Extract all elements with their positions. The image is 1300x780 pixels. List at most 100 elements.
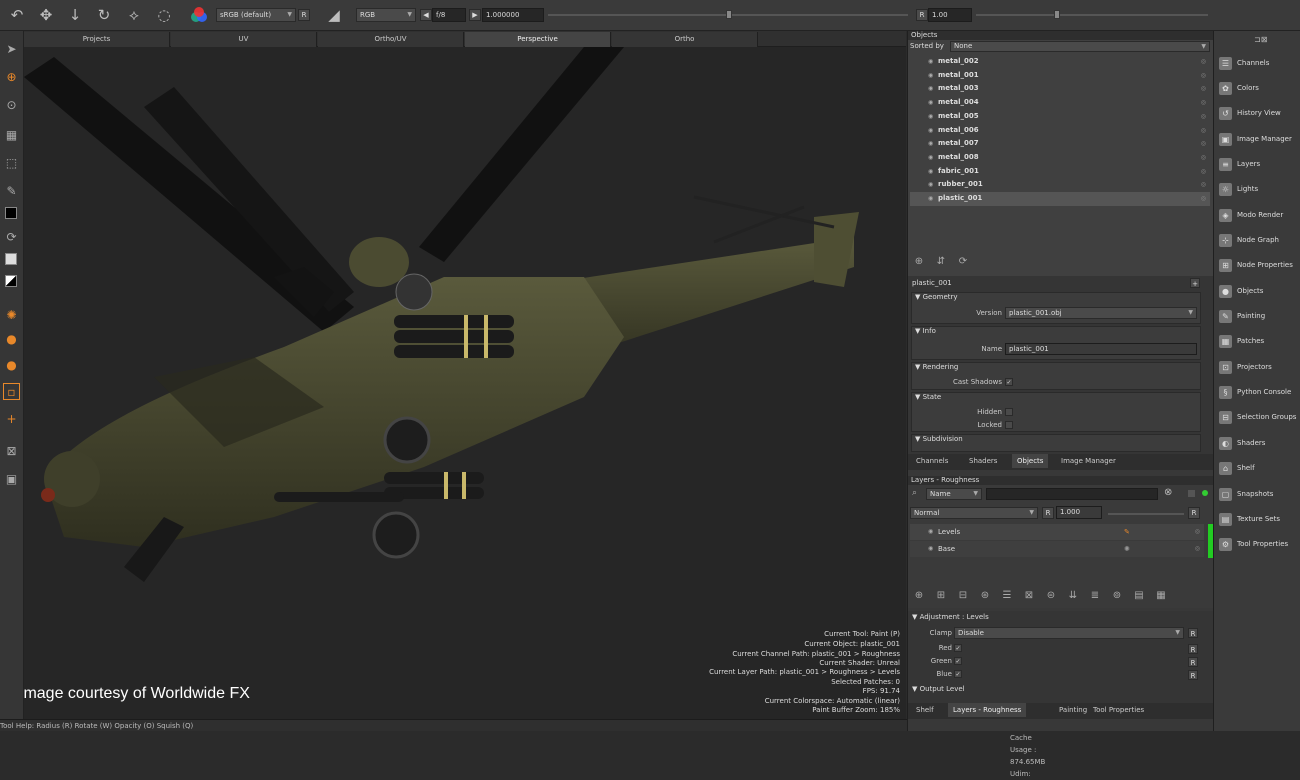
lock-icon[interactable]: ◎	[1201, 151, 1206, 164]
fstop-increase-button[interactable]: ▶	[469, 9, 481, 21]
tab-image-manager[interactable]: Image Manager	[1056, 454, 1121, 468]
add-graph-icon[interactable]: ⊜	[1044, 589, 1058, 603]
select-arrow-icon[interactable]: ➤	[3, 41, 20, 58]
cast-shadows-checkbox[interactable]: ✓	[1005, 378, 1013, 386]
layer-grid-icon[interactable]: ▦	[1154, 589, 1168, 603]
exposure-slider-knob[interactable]	[726, 10, 732, 19]
shelf-item-history-view[interactable]: ↺ History View	[1214, 101, 1300, 126]
clamp-select[interactable]: Disable ▼	[954, 627, 1184, 639]
duplicate-layer-icon[interactable]: ⊚	[1110, 589, 1124, 603]
layer-opacity-field[interactable]: 1.000	[1056, 506, 1102, 519]
shelf-item-channels[interactable]: ☰ Channels	[1214, 51, 1300, 76]
visibility-eye-icon[interactable]: ◉	[928, 96, 933, 109]
add-object-icon[interactable]: ⊕	[912, 255, 926, 269]
gamma-reset-button[interactable]: R	[916, 9, 928, 21]
plus-tool-icon[interactable]: +	[3, 411, 20, 428]
tab-layers-roughness[interactable]: Layers - Roughness	[948, 703, 1027, 717]
shelf-item-tool-properties[interactable]: ⚙ Tool Properties	[1214, 532, 1300, 557]
lock-icon[interactable]: ◎	[1201, 165, 1206, 178]
adjustment-title[interactable]: ▼ Adjustment : Levels	[912, 611, 989, 624]
list-item[interactable]: ◉ metal_003 ◎	[910, 82, 1210, 96]
visibility-eye-icon[interactable]: ◉	[928, 124, 933, 137]
tab-painting[interactable]: Painting	[1054, 703, 1092, 717]
list-item[interactable]: ◉ metal_004 ◎	[910, 96, 1210, 110]
list-item[interactable]: ◉ fabric_001 ◎	[910, 165, 1210, 179]
undo-icon[interactable]: ↶	[8, 6, 26, 24]
version-select[interactable]: plastic_001.obj ▼	[1005, 307, 1197, 319]
reload-object-icon[interactable]: ⟳	[956, 255, 970, 269]
shelf-item-node-properties[interactable]: ⊞ Node Properties	[1214, 253, 1300, 278]
visibility-eye-icon[interactable]: ◉	[928, 55, 933, 68]
shelf-item-python-console[interactable]: § Python Console	[1214, 380, 1300, 405]
lock-icon[interactable]: ◎	[1201, 82, 1206, 95]
visibility-eye-icon[interactable]: ◉	[928, 524, 933, 540]
list-item[interactable]: ◉ metal_008 ◎	[910, 151, 1210, 165]
shelf-item-projectors[interactable]: ⊡ Projectors	[1214, 355, 1300, 380]
tab-objects[interactable]: Objects	[1012, 454, 1049, 468]
swap-colors-icon[interactable]: ⟳	[3, 229, 20, 246]
layer-list-icon[interactable]: ▤	[1132, 589, 1146, 603]
red-checkbox[interactable]: ✓	[954, 644, 962, 652]
move-icon[interactable]: ✥	[37, 6, 55, 24]
shelf-item-patches[interactable]: ▦ Patches	[1214, 329, 1300, 354]
channel-mode-select[interactable]: RGB ▼	[356, 8, 416, 22]
lock-icon[interactable]: ◎	[1201, 137, 1206, 150]
down-arrow-icon[interactable]: ↓	[66, 6, 84, 24]
gamma-field[interactable]: 1.00	[928, 8, 972, 22]
shelf-item-snapshots[interactable]: ▢ Snapshots	[1214, 482, 1300, 507]
add-procedural-icon[interactable]: ⊛	[978, 589, 992, 603]
eyedropper-icon[interactable]: ✎	[3, 183, 20, 200]
tab-projects[interactable]: Projects	[24, 32, 170, 47]
visibility-eye-icon[interactable]: ◉	[928, 165, 933, 178]
frame-all-icon[interactable]: ⊠	[3, 443, 20, 460]
output-level-header[interactable]: ▼ Output Level	[912, 683, 965, 696]
color-wheel-icon[interactable]	[190, 6, 208, 24]
filter-toggle[interactable]	[1188, 490, 1195, 497]
list-item[interactable]: ◉ rubber_001 ◎	[910, 178, 1210, 192]
list-item[interactable]: ◉ metal_006 ◎	[910, 124, 1210, 138]
visibility-eye-icon[interactable]: ◉	[928, 541, 933, 557]
visibility-eye-icon[interactable]: ◉	[928, 110, 933, 123]
shelf-item-image-manager[interactable]: ▣ Image Manager	[1214, 127, 1300, 152]
gamma-slider[interactable]	[976, 14, 1208, 16]
list-item[interactable]: ◉ metal_002 ◎	[910, 55, 1210, 69]
3d-viewport[interactable]: Image courtesy of Worldwide FX Current T…	[24, 47, 906, 719]
tab-channels[interactable]: Channels	[911, 454, 953, 468]
lock-icon[interactable]: ◎	[1201, 110, 1206, 123]
opacity-reset-button[interactable]: R	[1042, 507, 1054, 519]
tab-shaders[interactable]: Shaders	[964, 454, 1002, 468]
shelf-item-shelf[interactable]: ⌂ Shelf	[1214, 456, 1300, 481]
clamp-reset-button[interactable]: R	[1188, 628, 1198, 638]
visibility-eye-icon[interactable]: ◉	[928, 82, 933, 95]
shelf-item-painting[interactable]: ✎ Painting	[1214, 304, 1300, 329]
list-item[interactable]: ◉ metal_007 ◎	[910, 137, 1210, 151]
tab-shelf[interactable]: Shelf	[911, 703, 939, 717]
lock-icon[interactable]: ◎	[1201, 192, 1206, 205]
paint-tool-icon[interactable]: ⊕	[3, 69, 20, 86]
visibility-eye-icon[interactable]: ◉	[928, 151, 933, 164]
tab-tool-properties[interactable]: Tool Properties	[1088, 703, 1149, 717]
list-item-selected[interactable]: ◉ plastic_001 ◎	[910, 192, 1210, 206]
blend-mode-select[interactable]: Normal ▼	[910, 507, 1038, 519]
shelf-item-colors[interactable]: ✿ Colors	[1214, 76, 1300, 101]
visibility-eye-icon[interactable]: ◉	[928, 137, 933, 150]
transform-icon[interactable]: ⟡	[125, 6, 143, 24]
list-item[interactable]: ◉ metal_001 ◎	[910, 69, 1210, 83]
shelf-dock-icon[interactable]: ⊐⊠	[1254, 35, 1267, 44]
shelf-item-texture-sets[interactable]: ▤ Texture Sets	[1214, 507, 1300, 532]
lock-icon[interactable]: ◎	[1201, 96, 1206, 109]
lock-icon[interactable]: ◎	[1201, 178, 1206, 191]
add-mask-icon[interactable]: ⊠	[1022, 589, 1036, 603]
shelf-item-selection-groups[interactable]: ⊟ Selection Groups	[1214, 405, 1300, 430]
default-colors-icon[interactable]	[5, 275, 17, 287]
colorspace-reset-button[interactable]: R	[298, 9, 310, 21]
green-reset-button[interactable]: R	[1188, 657, 1198, 667]
shelf-item-shaders[interactable]: ◐ Shaders	[1214, 431, 1300, 456]
rendering-header[interactable]: ▼ Rendering	[915, 363, 958, 371]
layer-row-levels[interactable]: ◉ Levels ✎ ◎	[910, 524, 1204, 540]
lock-icon[interactable]: ◎	[1195, 541, 1200, 557]
marquee-tool-icon[interactable]: ⬚	[3, 155, 20, 172]
tab-ortho[interactable]: Ortho	[612, 32, 758, 47]
grid-tool-icon[interactable]: ▦	[3, 127, 20, 144]
lock-icon[interactable]: ◎	[1201, 124, 1206, 137]
